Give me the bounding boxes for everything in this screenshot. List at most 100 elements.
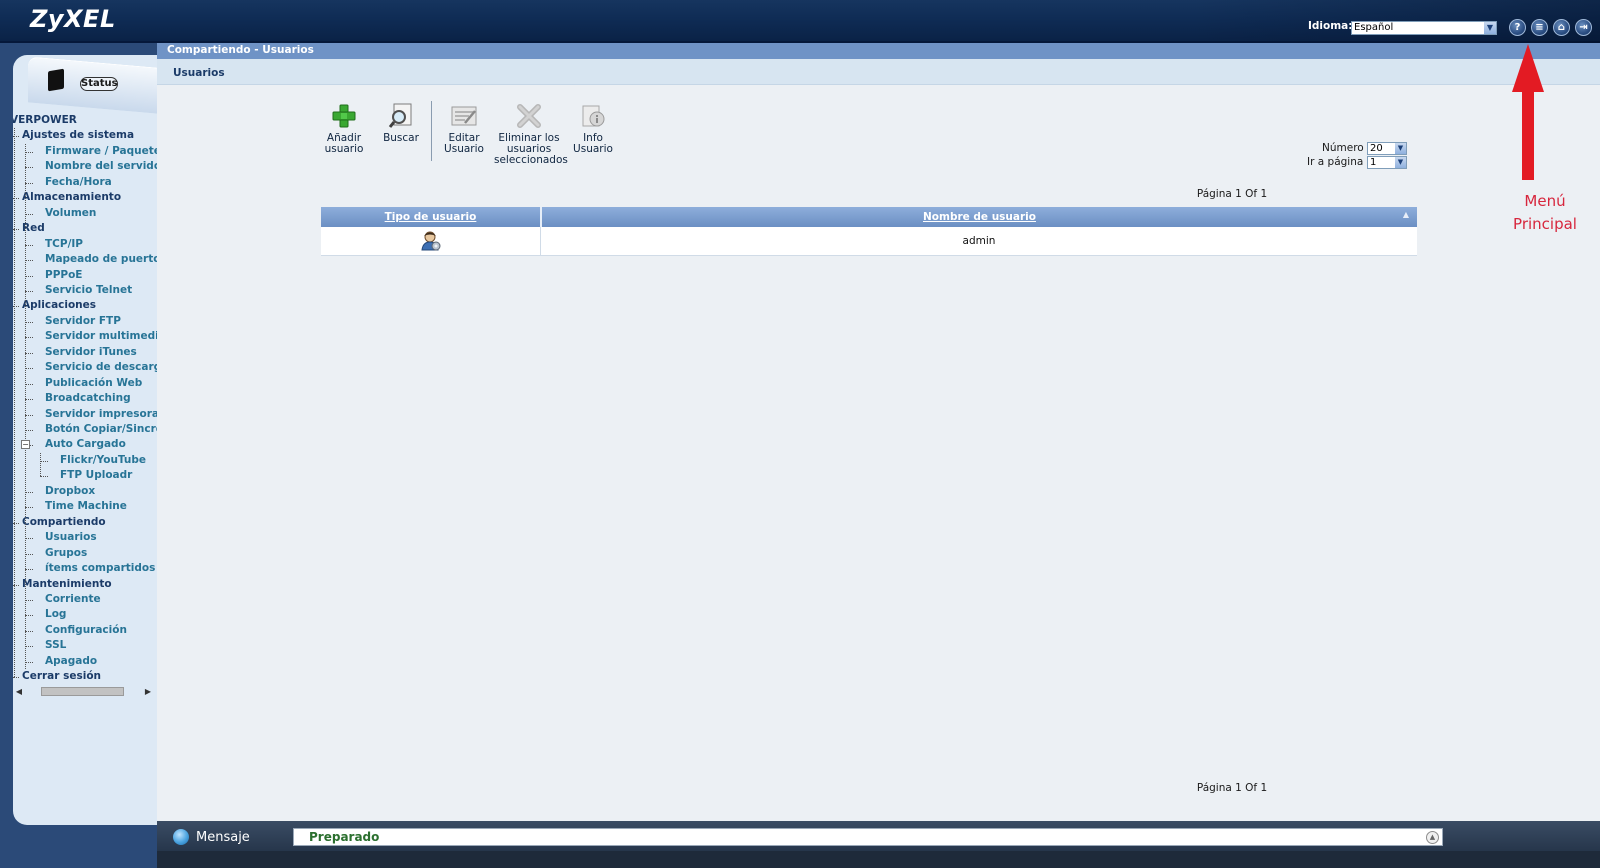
- tree-connector: [25, 182, 33, 184]
- add-user-button[interactable]: Añadir usuario: [319, 103, 369, 155]
- chevron-down-icon[interactable]: ▼: [1395, 157, 1406, 168]
- chevron-down-icon[interactable]: ▼: [1484, 22, 1496, 34]
- sidebar-item-log[interactable]: Log: [45, 607, 66, 622]
- user-type-cell: [321, 227, 540, 256]
- page-size-select[interactable]: 20 ▼: [1367, 142, 1407, 155]
- sidebar-item-nombre-del-servidor[interactable]: Nombre del servidor: [45, 159, 157, 174]
- breadcrumb: Compartiendo - Usuarios: [167, 44, 314, 56]
- page-info-bottom: Página 1 Of 1: [1196, 782, 1268, 794]
- sidebar-item-usuarios[interactable]: Usuarios: [45, 530, 97, 545]
- sidebar-item-mantenimiento[interactable]: Mantenimiento: [22, 577, 112, 592]
- sidebar-item-grupos[interactable]: Grupos: [45, 546, 87, 561]
- sidebar-item-pppoe[interactable]: PPPoE: [45, 268, 82, 283]
- sidebar-item-broadcatching[interactable]: Broadcatching: [45, 391, 131, 406]
- tree-connector: [25, 260, 33, 262]
- sidebar-item-servidor-impresora[interactable]: Servidor impresora: [45, 407, 157, 422]
- sidebar-item-firmware-paquetes[interactable]: Firmware / Paquetes: [45, 144, 157, 159]
- sidebar-item-time-machine[interactable]: Time Machine: [45, 499, 127, 514]
- sidebar-item-verpower[interactable]: VERPOWER: [13, 113, 77, 128]
- sidebar-item-dropbox[interactable]: Dropbox: [45, 484, 95, 499]
- sidebar-nav-tree: VERPOWER Ajustes de sistema Firmware / Paq…: [13, 113, 157, 688]
- collapse-icon[interactable]: −: [21, 440, 30, 450]
- sort-ascending-icon[interactable]: ▲: [1403, 210, 1409, 219]
- sidebar-item-almacenamiento[interactable]: Almacenamiento: [22, 190, 121, 205]
- sidebar-item-cerrar-sesion[interactable]: Cerrar sesión: [22, 669, 101, 684]
- sidebar-item-servicio-de-descargas[interactable]: Servicio de descargas: [45, 360, 157, 375]
- tree-connector: [25, 399, 33, 401]
- tree-connector: [25, 275, 33, 277]
- table-row[interactable]: admin: [321, 227, 1417, 256]
- document-icon[interactable]: ≡: [1531, 19, 1548, 36]
- tree-connector: [25, 599, 33, 601]
- sidebar-item-tcp-ip[interactable]: TCP/IP: [45, 237, 83, 252]
- search-button[interactable]: Buscar: [377, 103, 425, 144]
- sidebar-item-auto-cargado[interactable]: Auto Cargado: [45, 437, 126, 452]
- language-select[interactable]: Español ▼: [1351, 21, 1497, 35]
- tree-connector: [25, 321, 33, 323]
- admin-user-icon: [420, 231, 440, 251]
- scroll-left-icon[interactable]: ◀: [13, 685, 25, 698]
- chevron-down-icon[interactable]: ▼: [1395, 143, 1406, 154]
- add-user-label-2: usuario: [324, 143, 364, 155]
- scrollbar-thumb[interactable]: [41, 687, 124, 696]
- tree-connector: [25, 337, 33, 339]
- sidebar-item-servidor-itunes[interactable]: Servidor iTunes: [45, 345, 137, 360]
- home-icon[interactable]: ⌂: [1553, 19, 1570, 36]
- sidebar-item-items-compartidos[interactable]: ítems compartidos: [45, 561, 155, 576]
- tree-connector: [25, 368, 33, 370]
- sidebar-item-volumen[interactable]: Volumen: [45, 206, 96, 221]
- sidebar-item-ftp-uploadr[interactable]: FTP Uploadr: [60, 468, 132, 483]
- language-label: Idioma:: [1308, 20, 1353, 32]
- expand-up-icon[interactable]: ▲: [1426, 831, 1439, 844]
- tree-connector: [25, 167, 33, 169]
- tree-guide: [25, 143, 26, 670]
- sidebar-item-servicio-telnet[interactable]: Servicio Telnet: [45, 283, 132, 298]
- search-icon: [388, 103, 414, 129]
- scroll-right-icon[interactable]: ▶: [142, 685, 154, 698]
- sidebar-item-flickr-youtube[interactable]: Flickr/YouTube: [60, 453, 146, 468]
- sidebar-item-configuracion[interactable]: Configuración: [45, 623, 127, 638]
- tree-connector: [25, 383, 33, 385]
- tree-connector: [25, 553, 33, 555]
- column-header-user-type[interactable]: Tipo de usuario: [321, 207, 540, 227]
- sidebar-item-aplicaciones[interactable]: Aplicaciones: [22, 298, 96, 313]
- zyxel-logo: ZyXEL: [30, 5, 116, 33]
- column-header-username[interactable]: Nombre de usuario: [542, 207, 1417, 227]
- sidebar-item-ajustes-de-sistema[interactable]: Ajustes de sistema: [22, 128, 134, 143]
- page-size-value: 20: [1370, 143, 1383, 154]
- tree-connector: [25, 646, 33, 648]
- sidebar-item-compartiendo[interactable]: Compartiendo: [22, 515, 106, 530]
- tree-connector: [25, 244, 33, 246]
- sidebar-item-mapeado-de-puertos-u[interactable]: Mapeado de puertos U: [45, 252, 157, 267]
- tree-connector: [25, 507, 33, 509]
- user-info-label-2: Usuario: [573, 143, 613, 155]
- tree-connector: [25, 352, 33, 354]
- sidebar-item-fecha-hora[interactable]: Fecha/Hora: [45, 175, 112, 190]
- tree-connector: [25, 491, 33, 493]
- tree-connector: [25, 569, 33, 571]
- username-cell: admin: [962, 235, 996, 247]
- status-button[interactable]: Status: [80, 77, 118, 91]
- edit-user-button[interactable]: Editar Usuario: [440, 103, 488, 155]
- sidebar-item-boton-copiar-sincron[interactable]: Botón Copiar/Sincron: [45, 422, 157, 437]
- delete-selected-users-button[interactable]: Eliminar los usuarios seleccionados: [494, 103, 568, 166]
- tree-connector: [25, 661, 33, 663]
- sidebar-item-servidor-ftp[interactable]: Servidor FTP: [45, 314, 121, 329]
- logout-icon[interactable]: ⇥: [1575, 19, 1592, 36]
- goto-page-select[interactable]: 1 ▼: [1367, 156, 1407, 169]
- sidebar-item-ssl[interactable]: SSL: [45, 638, 66, 653]
- sidebar-item-corriente[interactable]: Corriente: [45, 592, 101, 607]
- message-bar-lower: [157, 851, 1600, 868]
- tree-connector: [40, 460, 48, 462]
- tree-connector: [25, 430, 33, 431]
- top-header: ZyXEL Idioma: Español ▼ ? ≡ ⌂ ⇥: [0, 0, 1600, 43]
- sidebar-item-publicacion-web[interactable]: Publicación Web: [45, 376, 142, 391]
- sidebar-item-servidor-multimedia[interactable]: Servidor multimedia: [45, 329, 157, 344]
- user-info-button[interactable]: Info Usuario: [569, 103, 617, 155]
- message-bar: Mensaje Preparado ▲: [157, 821, 1600, 868]
- sidebar-horizontal-scrollbar[interactable]: ◀ ▶: [13, 685, 154, 698]
- help-icon[interactable]: ?: [1509, 19, 1526, 36]
- tree-guide: [40, 452, 41, 477]
- main-content: Compartiendo - Usuarios Usuarios Añadir …: [157, 43, 1600, 821]
- sidebar-item-apagado[interactable]: Apagado: [45, 654, 97, 669]
